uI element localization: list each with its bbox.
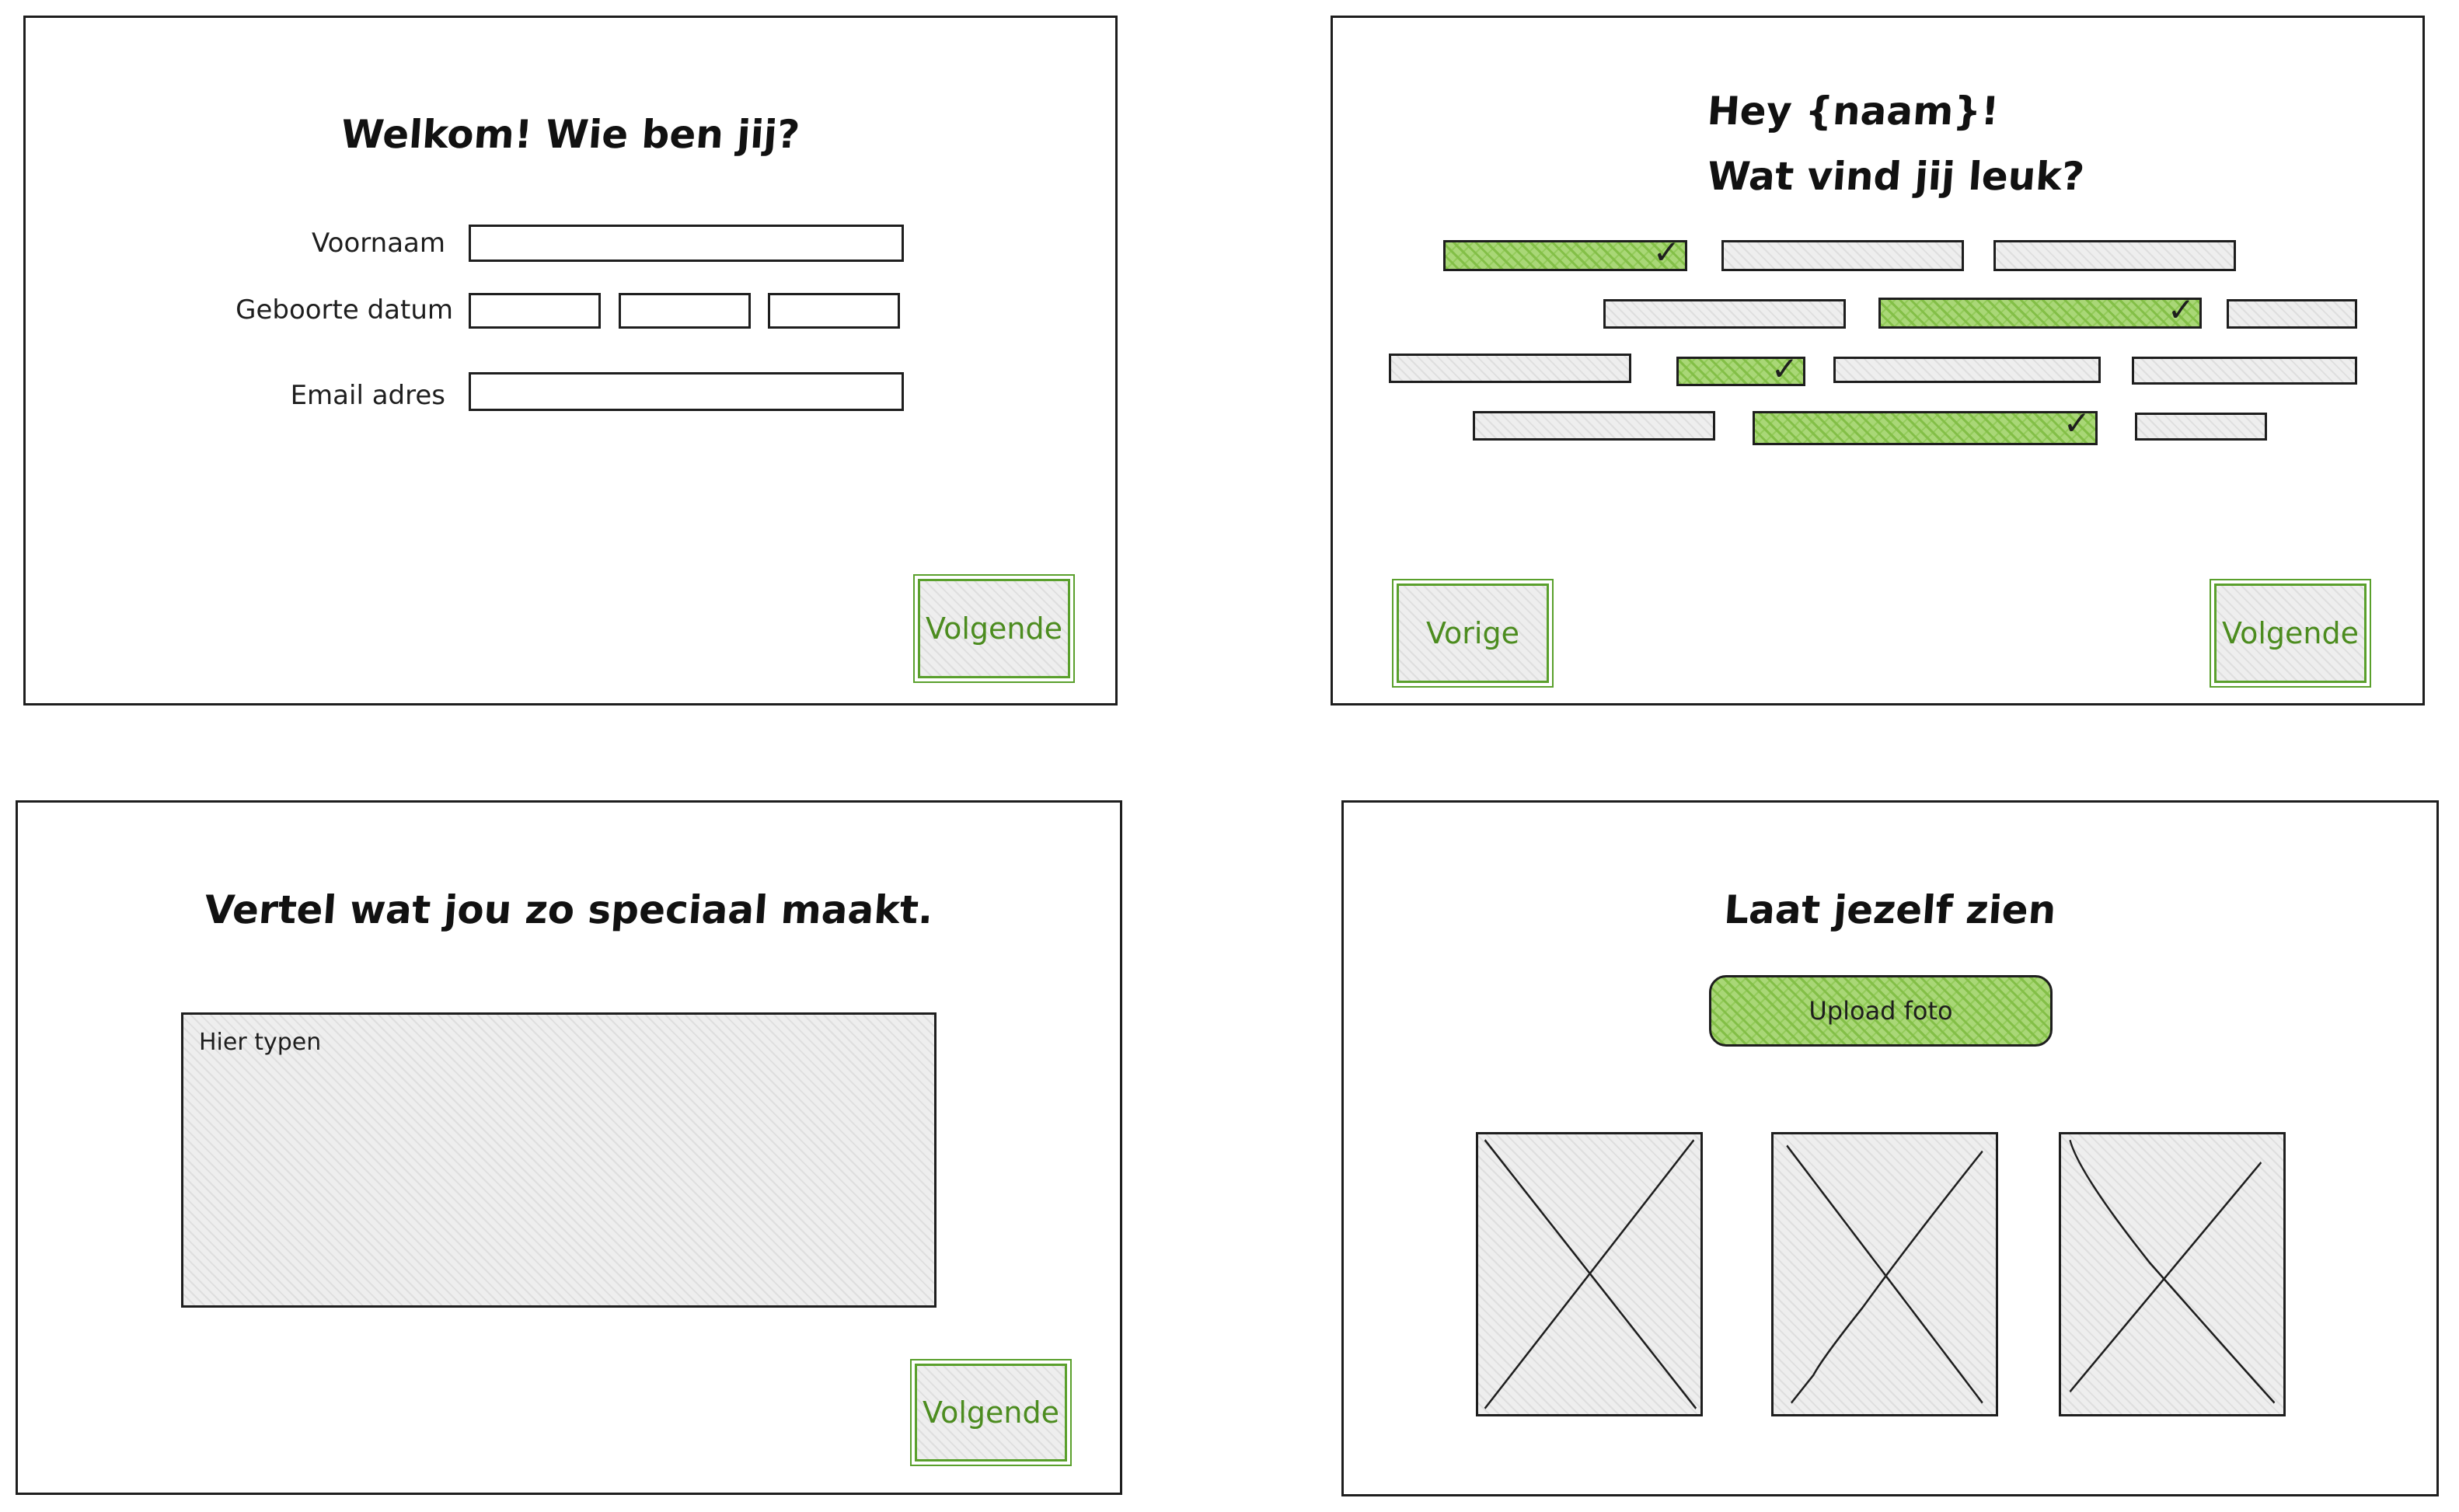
interest-chip[interactable] — [1721, 240, 1964, 271]
email-input[interactable] — [469, 372, 904, 411]
check-icon: ✓ — [1770, 350, 1798, 388]
birth-month-input[interactable] — [619, 293, 751, 329]
upload-photo-button[interactable]: Upload foto — [1709, 975, 2053, 1047]
image-placeholder-icon — [2069, 1139, 2276, 1404]
interest-chip[interactable]: ✓ — [1443, 236, 1687, 271]
interest-chip[interactable]: ✓ — [1753, 407, 2098, 445]
interest-chip[interactable] — [1993, 240, 2236, 271]
interests-title-line2: Wat vind jij leuk? — [1705, 154, 2086, 199]
about-textarea[interactable]: Hier typen — [181, 1012, 937, 1308]
photo-slot[interactable] — [1476, 1132, 1703, 1416]
photo-slot[interactable] — [2059, 1132, 2286, 1416]
interest-chip[interactable] — [1473, 411, 1715, 441]
interest-chip[interactable] — [2132, 357, 2357, 385]
previous-button[interactable]: Vorige — [1392, 579, 1554, 688]
next-button[interactable]: Volgende — [2210, 579, 2371, 688]
next-button[interactable]: Volgende — [910, 1359, 1072, 1466]
screen-about: Vertel wat jou zo speciaal maakt. Hier t… — [16, 800, 1122, 1495]
interest-chip[interactable] — [1603, 299, 1846, 329]
interest-chip[interactable] — [1833, 357, 2101, 383]
screen-interests: Hey {naam}! Wat vind jij leuk? ✓ ✓ ✓ ✓ V… — [1331, 16, 2425, 705]
screen-welcome: Welkom! Wie ben jij? Voornaam Geboorte d… — [23, 16, 1118, 705]
birth-day-input[interactable] — [469, 293, 601, 329]
next-button[interactable]: Volgende — [913, 574, 1075, 683]
image-placeholder-icon — [1484, 1139, 1697, 1409]
image-placeholder-icon — [1786, 1144, 1983, 1404]
textarea-placeholder: Hier typen — [199, 1029, 322, 1056]
check-icon: ✓ — [2167, 291, 2195, 329]
interest-chip[interactable] — [2135, 413, 2267, 441]
check-icon: ✓ — [1652, 233, 1680, 271]
interest-chip[interactable] — [2227, 299, 2357, 329]
interest-chip[interactable]: ✓ — [1878, 294, 2202, 329]
photo-slot[interactable] — [1771, 1132, 1998, 1416]
email-label: Email adres — [290, 380, 445, 411]
first-name-label: Voornaam — [312, 228, 445, 259]
check-icon: ✓ — [2063, 404, 2091, 442]
about-title: Vertel wat jou zo speciaal maakt. — [203, 887, 935, 932]
screen-photos: Laat jezelf zien Upload foto — [1341, 800, 2439, 1496]
interests-title-line1: Hey {naam}! — [1705, 89, 2000, 134]
interest-chip[interactable] — [1389, 354, 1631, 383]
birth-year-input[interactable] — [768, 293, 900, 329]
photos-title: Laat jezelf zien — [1722, 887, 2058, 932]
birth-date-label: Geboorte datum — [235, 294, 453, 326]
welcome-title: Welkom! Wie ben jij? — [340, 112, 801, 157]
interest-chip[interactable]: ✓ — [1676, 353, 1805, 386]
first-name-input[interactable] — [469, 225, 904, 262]
